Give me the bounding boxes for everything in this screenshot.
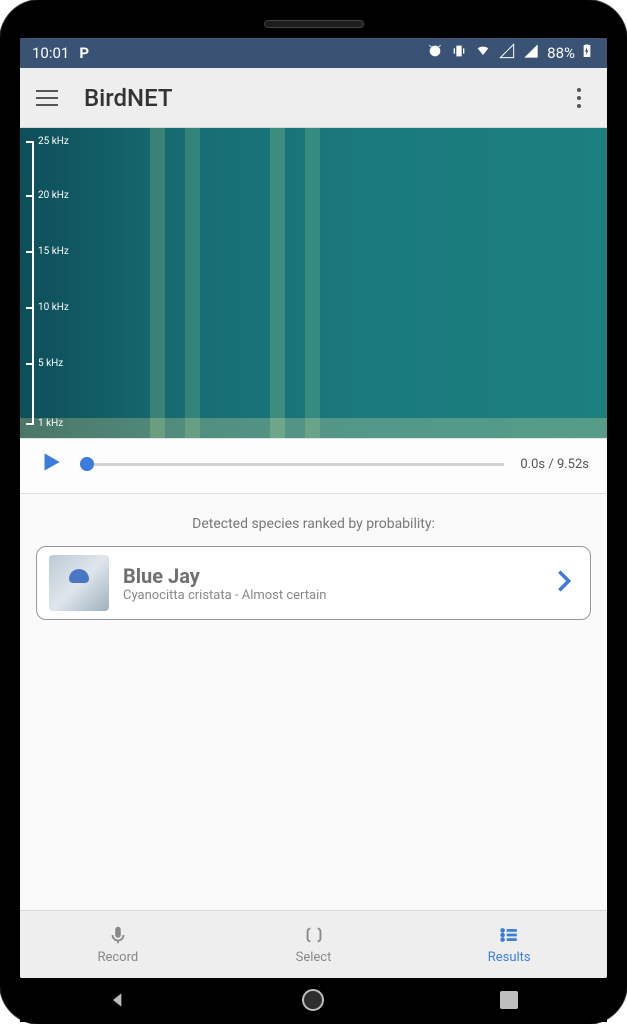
seek-slider[interactable] xyxy=(80,456,504,472)
results-panel: Detected species ranked by probability: … xyxy=(20,494,607,910)
device-speaker xyxy=(264,20,364,28)
species-name: Blue Jay xyxy=(123,564,536,588)
tick-label: 10 kHz xyxy=(38,302,69,313)
tick-label: 20 kHz xyxy=(38,190,69,201)
tick-label: 25 kHz xyxy=(38,136,69,147)
species-thumbnail xyxy=(49,555,109,611)
tab-label: Results xyxy=(488,950,531,965)
tick-label: 15 kHz xyxy=(38,246,69,257)
wifi-icon xyxy=(475,43,491,63)
tab-results[interactable]: Results xyxy=(411,911,607,978)
battery-charging-icon xyxy=(579,43,595,63)
nav-home-button[interactable] xyxy=(283,989,343,1011)
frequency-axis: 25 kHz 20 kHz 15 kHz 10 kHz 5 kHz 1 kHz xyxy=(26,134,86,432)
species-card[interactable]: Blue Jay Cyanocitta cristata - Almost ce… xyxy=(36,546,591,620)
status-time: 10:01 xyxy=(32,44,69,62)
tick-label: 1 kHz xyxy=(38,418,63,429)
tab-select[interactable]: Select xyxy=(216,911,412,978)
spectrogram[interactable]: 25 kHz 20 kHz 15 kHz 10 kHz 5 kHz 1 kHz xyxy=(20,128,607,438)
bottom-tabs: Record Select Results xyxy=(20,910,607,978)
signal-empty-icon xyxy=(499,43,515,63)
battery-percent: 88% xyxy=(547,44,575,62)
chevron-right-icon xyxy=(550,567,578,599)
time-display: 0.0s / 9.52s xyxy=(520,457,589,472)
species-subtitle: Cyanocitta cristata - Almost certain xyxy=(123,588,536,603)
pandora-icon: P xyxy=(79,44,89,62)
more-options-icon[interactable] xyxy=(567,88,591,108)
status-bar: 10:01 P 88% xyxy=(20,38,607,68)
play-button[interactable] xyxy=(38,449,64,479)
tick-label: 5 kHz xyxy=(38,358,63,369)
vibrate-icon xyxy=(451,43,467,63)
signal-full-icon xyxy=(523,43,539,63)
audio-player: 0.0s / 9.52s xyxy=(20,438,607,494)
results-header: Detected species ranked by probability: xyxy=(36,516,591,532)
tab-label: Select xyxy=(296,950,332,965)
hamburger-menu-icon[interactable] xyxy=(36,90,60,106)
app-bar: BirdNET xyxy=(20,68,607,128)
alarm-icon xyxy=(427,43,443,63)
app-title: BirdNET xyxy=(84,84,173,112)
seek-thumb[interactable] xyxy=(80,457,94,471)
nav-back-button[interactable] xyxy=(88,990,148,1010)
tab-record[interactable]: Record xyxy=(20,911,216,978)
nav-recent-button[interactable] xyxy=(479,991,539,1009)
tab-label: Record xyxy=(97,950,138,965)
android-nav-bar xyxy=(20,978,607,1022)
